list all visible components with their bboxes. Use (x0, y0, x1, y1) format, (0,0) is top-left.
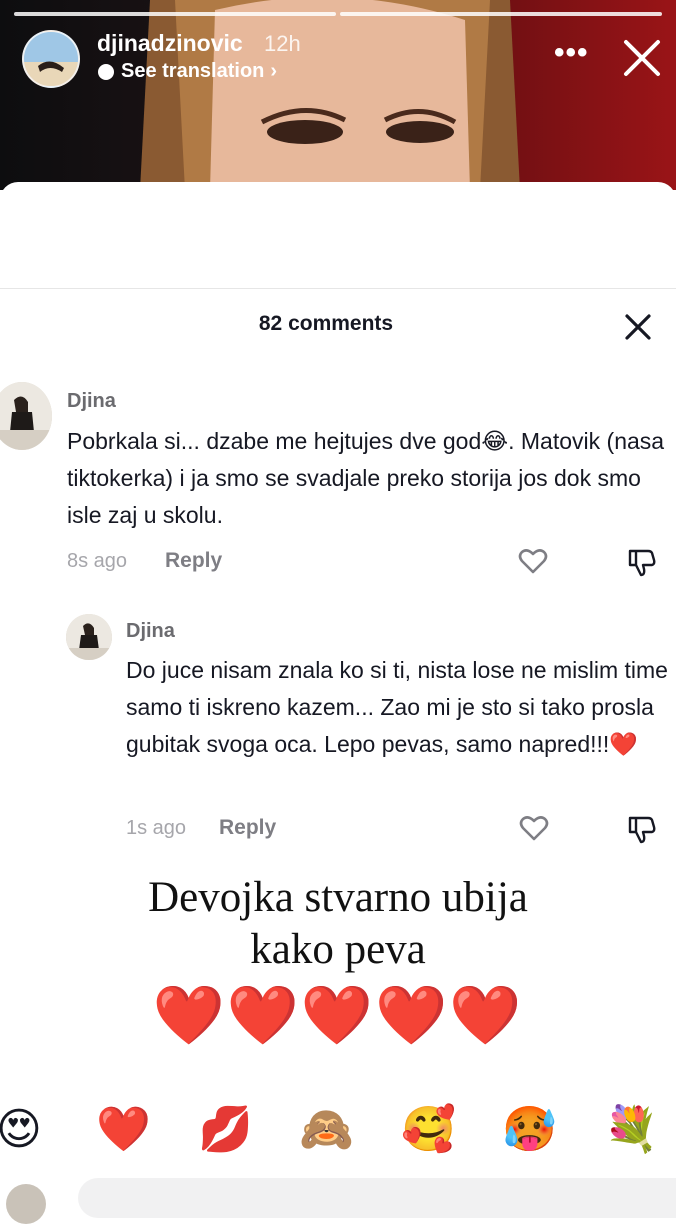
emoji-bouquet[interactable]: 💐 (604, 1100, 659, 1160)
comment-timestamp: 8s ago (67, 550, 128, 572)
story-avatar[interactable] (22, 30, 80, 88)
story-timestamp: 12h (264, 31, 301, 56)
emoji-hot-face[interactable]: 🥵 (502, 1100, 557, 1160)
emoji-heart-eyes[interactable]: 😍 (0, 1100, 42, 1160)
see-translation-link[interactable]: See translation › (97, 60, 277, 83)
like-heart-icon[interactable] (517, 545, 549, 577)
emoji-reaction-bar: 😍 ❤️ 💋 🙈 🥰 🥵 💐 (0, 1100, 676, 1160)
story-overlay-text: Devojka stvarno ubija kako peva (0, 872, 676, 976)
dislike-thumb-icon[interactable] (626, 814, 658, 846)
reply-avatar[interactable] (66, 614, 112, 660)
sheet-divider (0, 288, 676, 289)
overlay-hearts: ❤️❤️❤️❤️❤️ (152, 983, 524, 1048)
close-icon[interactable] (618, 34, 666, 82)
translate-dot-icon (98, 63, 114, 80)
self-avatar (6, 1184, 46, 1224)
reply-reply-button[interactable]: Reply (219, 816, 276, 840)
emoji-kiss-mark[interactable]: 💋 (198, 1100, 253, 1160)
like-heart-icon[interactable] (518, 812, 550, 844)
see-translation-label: See translation (121, 60, 265, 82)
story-progress-1 (14, 12, 336, 16)
emoji-red-heart[interactable]: ❤️ (96, 1100, 151, 1160)
story-username[interactable]: djinadzinovic (97, 30, 243, 57)
story-video-frame: djinadzinovic 12h See translation › ••• (0, 0, 676, 190)
reply-input[interactable] (78, 1178, 676, 1218)
comment-text: Pobrkala si... dzabe me hejtujes dve god… (67, 428, 665, 528)
reply-timestamp: 1s ago (126, 817, 187, 839)
reply-button[interactable]: Reply (165, 549, 222, 573)
story-progress-2 (340, 12, 662, 16)
story-video-image (140, 0, 520, 190)
dislike-thumb-icon[interactable] (626, 547, 658, 579)
reply-author[interactable]: Djina (126, 620, 175, 643)
emoji-smiling-hearts[interactable]: 🥰 (401, 1100, 456, 1160)
reply-text: Do juce nisam znala ko si ti, nista lose… (126, 657, 668, 757)
comments-count-title: 82 comments (258, 312, 394, 335)
close-comments-icon[interactable] (623, 312, 653, 342)
chevron-right-icon: › (270, 60, 278, 82)
overlay-line-1: Devojka stvarno ubija (148, 874, 528, 921)
more-options-button[interactable]: ••• (554, 36, 589, 70)
comment-author[interactable]: Djina (67, 390, 116, 413)
emoji-see-no-evil-monkey[interactable]: 🙈 (299, 1100, 354, 1160)
overlay-line-2: kako peva (250, 926, 426, 973)
